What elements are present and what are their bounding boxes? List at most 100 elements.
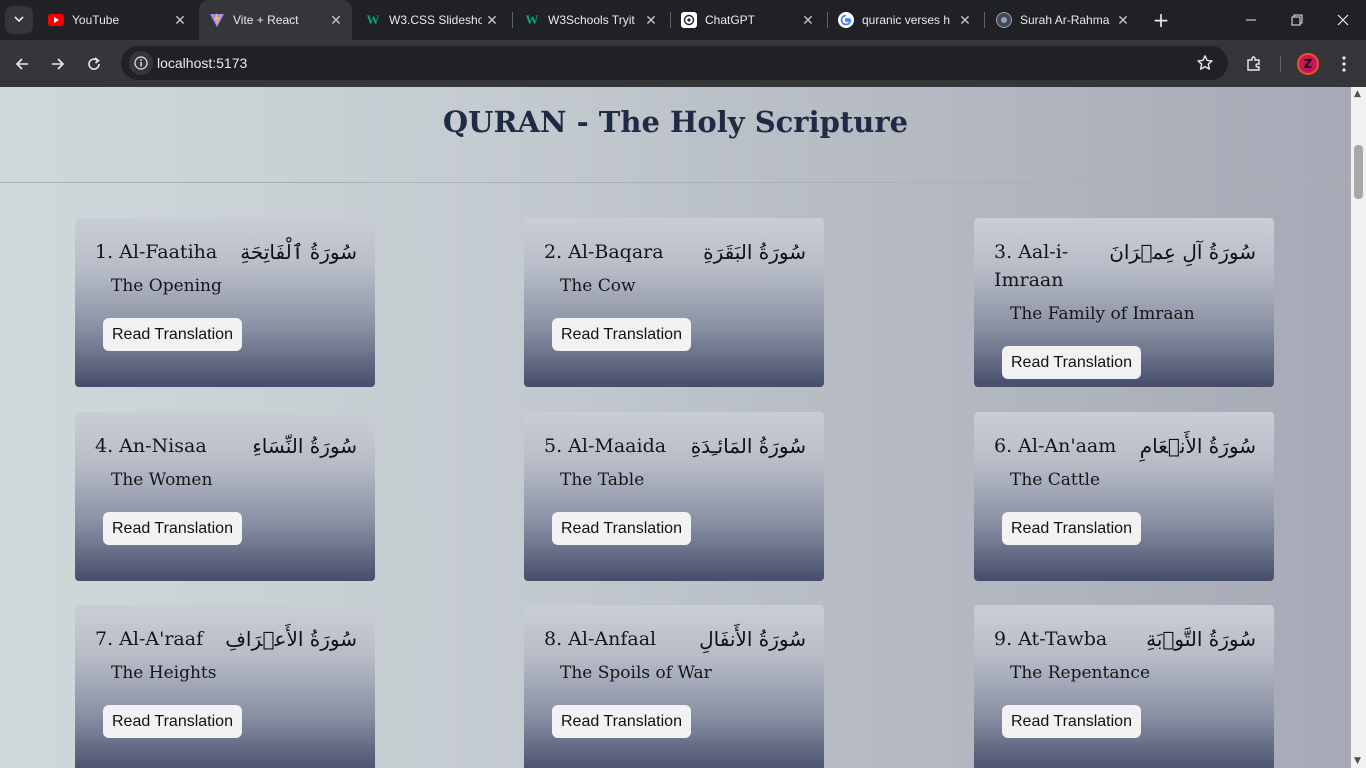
bookmark-star-icon[interactable] bbox=[1196, 54, 1214, 76]
arrow-left-icon bbox=[15, 58, 28, 70]
close-tab-icon[interactable]: ✕ bbox=[1113, 12, 1133, 29]
minimize-button[interactable] bbox=[1228, 0, 1274, 40]
surah-arabic-name: سُورَةُ الأَعۡرَافِ bbox=[225, 627, 357, 651]
surah-arabic-name: سُورَةُ المَائـِدَةِ bbox=[690, 434, 806, 458]
surah-arabic-name: سُورَةُ آلِ عِمۡرَانَ bbox=[1109, 240, 1256, 264]
close-tab-icon[interactable]: ✕ bbox=[326, 12, 346, 29]
scrollbar-thumb[interactable] bbox=[1354, 145, 1363, 199]
close-icon bbox=[1337, 14, 1349, 26]
reload-button[interactable] bbox=[80, 50, 108, 78]
profile-avatar[interactable]: Z bbox=[1297, 53, 1319, 75]
tab-google-search[interactable]: quranic verses h ✕ bbox=[828, 0, 981, 40]
read-translation-button[interactable]: Read Translation bbox=[552, 512, 691, 545]
surah-name: 1. Al-Faatiha bbox=[95, 241, 218, 263]
chatgpt-icon bbox=[681, 12, 697, 28]
close-window-button[interactable] bbox=[1320, 0, 1366, 40]
close-tab-icon[interactable]: ✕ bbox=[955, 12, 975, 29]
read-translation-button[interactable]: Read Translation bbox=[1002, 705, 1141, 738]
extensions-button[interactable] bbox=[1240, 50, 1268, 78]
tab-title: YouTube bbox=[72, 13, 120, 27]
surah-name: 6. Al-An'aam bbox=[994, 435, 1117, 457]
tab-search-button[interactable] bbox=[5, 6, 33, 34]
tab-separator bbox=[984, 12, 985, 28]
tab-strip: YouTube ✕ Vite + React ✕ W W3.CSS Slides… bbox=[0, 0, 1366, 40]
surah-translation: The Opening bbox=[111, 276, 222, 296]
profile-initial: Z bbox=[1303, 57, 1313, 71]
tab-title: Vite + React bbox=[233, 13, 299, 27]
read-translation-button[interactable]: Read Translation bbox=[103, 318, 242, 351]
w3schools-icon: W bbox=[525, 12, 539, 27]
surah-translation: The Cattle bbox=[1010, 470, 1101, 490]
scroll-up-arrow-icon[interactable]: ▲ bbox=[1354, 89, 1361, 99]
quran-site-icon bbox=[996, 12, 1012, 28]
restore-icon bbox=[1291, 14, 1303, 26]
surah-name: 2. Al-Baqara bbox=[544, 241, 664, 263]
youtube-icon bbox=[48, 12, 64, 28]
surah-card: 6. Al-An'aam سُورَةُ الأَنۡعَامِ The Catt… bbox=[974, 412, 1274, 581]
surah-translation: The Spoils of War bbox=[560, 663, 712, 683]
read-translation-button[interactable]: Read Translation bbox=[103, 512, 242, 545]
surah-arabic-name: سُورَةُ النِّسَاءِ bbox=[252, 434, 357, 458]
read-translation-button[interactable]: Read Translation bbox=[1002, 512, 1141, 545]
puzzle-icon bbox=[1247, 56, 1260, 71]
surah-card: 8. Al-Anfaal سُورَةُ الأَنفَالِ The Spoil… bbox=[524, 605, 824, 768]
browser-toolbar: localhost:5173 Z bbox=[0, 40, 1366, 87]
surah-card: 9. At-Tawba سُورَةُ التَّوۡبَةِ The Repen… bbox=[974, 605, 1274, 768]
surah-name: 5. Al-Maaida bbox=[544, 435, 667, 457]
google-icon bbox=[838, 12, 854, 28]
tab-vite-react[interactable]: Vite + React ✕ bbox=[199, 0, 352, 40]
scroll-down-arrow-icon[interactable]: ▼ bbox=[1354, 756, 1361, 766]
address-bar[interactable]: localhost:5173 bbox=[121, 46, 1228, 80]
close-tab-icon[interactable]: ✕ bbox=[482, 12, 502, 29]
surah-arabic-name: سُورَةُ الأَنۡعَامِ bbox=[1139, 434, 1256, 458]
close-tab-icon[interactable]: ✕ bbox=[170, 12, 190, 29]
minimize-icon bbox=[1246, 19, 1256, 21]
page-title: QURAN - The Holy Scripture bbox=[442, 105, 909, 139]
tab-chatgpt[interactable]: ChatGPT ✕ bbox=[671, 0, 824, 40]
surah-translation: The Repentance bbox=[1010, 663, 1151, 683]
reload-icon bbox=[88, 57, 100, 70]
surah-name: 8. Al-Anfaal bbox=[544, 628, 657, 650]
more-vert-icon bbox=[1342, 56, 1346, 72]
info-icon bbox=[134, 56, 148, 70]
vertical-scrollbar[interactable]: ▲ ▼ bbox=[1351, 87, 1366, 768]
close-tab-icon[interactable]: ✕ bbox=[641, 12, 661, 29]
surah-translation: The Family of Imraan bbox=[1010, 304, 1195, 324]
surah-translation: The Table bbox=[560, 470, 645, 490]
surah-name: 3. Aal-i-Imraan bbox=[994, 241, 1069, 291]
read-translation-button[interactable]: Read Translation bbox=[103, 705, 242, 738]
tab-w3schools-tryit[interactable]: W W3Schools Tryit ✕ bbox=[514, 0, 667, 40]
browser-menu-button[interactable] bbox=[1330, 50, 1358, 78]
restore-button[interactable] bbox=[1274, 0, 1320, 40]
surah-arabic-name: سُورَةُ التَّوۡبَةِ bbox=[1146, 627, 1256, 651]
back-button[interactable] bbox=[8, 50, 36, 78]
tab-title: quranic verses h bbox=[862, 13, 951, 27]
tab-title: Surah Ar-Rahma bbox=[1020, 13, 1110, 27]
surah-card: 1. Al-Faatiha سُورَةُ ٱلْفَاتِحَةِ The Op… bbox=[75, 218, 375, 387]
surah-card: 3. Aal-i-Imraan سُورَةُ آلِ عِمۡرَانَ The… bbox=[974, 218, 1274, 387]
plus-icon: + bbox=[1152, 8, 1170, 32]
tab-title: ChatGPT bbox=[705, 13, 756, 27]
page-viewport: QURAN - The Holy Scripture 1. Al-Faatiha… bbox=[0, 87, 1351, 768]
header-divider bbox=[0, 182, 1351, 183]
vite-icon bbox=[209, 12, 225, 28]
arrow-right-icon bbox=[52, 58, 65, 70]
w3schools-icon: W bbox=[366, 12, 380, 27]
surah-card: 5. Al-Maaida سُورَةُ المَائـِدَةِ The Tab… bbox=[524, 412, 824, 581]
read-translation-button[interactable]: Read Translation bbox=[552, 318, 691, 351]
read-translation-button[interactable]: Read Translation bbox=[1002, 346, 1141, 379]
toolbar-divider bbox=[1280, 56, 1281, 72]
tab-youtube[interactable]: YouTube ✕ bbox=[38, 0, 196, 40]
surah-translation: The Heights bbox=[111, 663, 217, 683]
surah-arabic-name: سُورَةُ البَقَرَةِ bbox=[703, 240, 806, 264]
site-info-button[interactable] bbox=[129, 51, 153, 75]
read-translation-button[interactable]: Read Translation bbox=[552, 705, 691, 738]
tab-title: W3.CSS Slideshow bbox=[389, 13, 482, 27]
close-tab-icon[interactable]: ✕ bbox=[798, 12, 818, 29]
new-tab-button[interactable]: + bbox=[1149, 8, 1173, 32]
surah-translation: The Cow bbox=[560, 276, 636, 296]
forward-button[interactable] bbox=[44, 50, 72, 78]
tab-w3css-slideshow[interactable]: W W3.CSS Slideshow ✕ bbox=[355, 0, 508, 40]
url-text[interactable]: localhost:5173 bbox=[157, 55, 247, 71]
tab-surah-ar-rahman[interactable]: Surah Ar-Rahma ✕ bbox=[986, 0, 1139, 40]
